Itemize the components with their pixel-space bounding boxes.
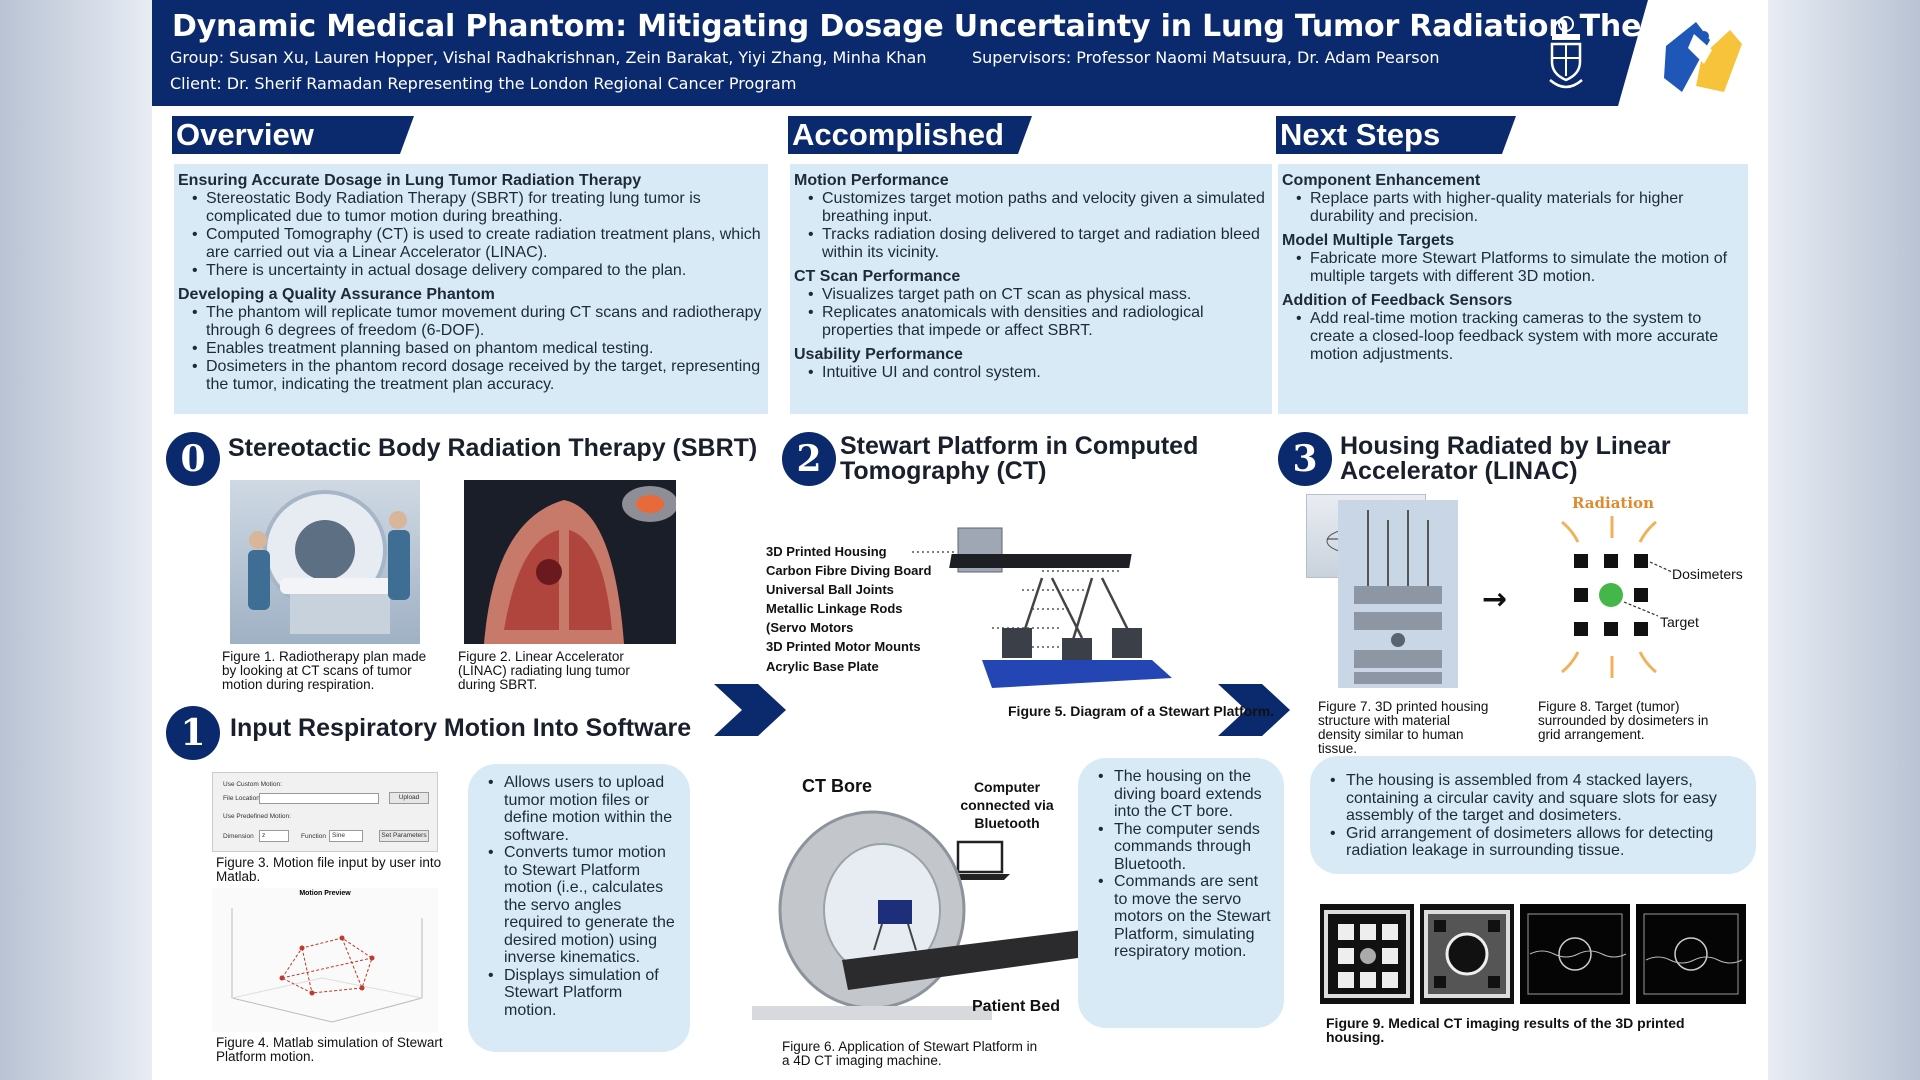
function-label: Function [301, 833, 326, 840]
list-item: The computer sends commands through Blue… [1092, 821, 1272, 874]
label-ball-joints: Universal Ball Joints [766, 582, 894, 597]
list-item: Tracks radiation dosing delivered to tar… [808, 226, 1268, 262]
accomplished-subheading-1: Motion Performance [794, 172, 949, 189]
next-steps-subheading-2: Model Multiple Targets [1282, 232, 1455, 249]
radiation-label: Radiation [1572, 494, 1654, 512]
dosimeter-grid-diagram [1561, 516, 1673, 678]
function-select[interactable]: Sine [329, 830, 363, 842]
ct-result-image-2 [1420, 904, 1514, 1004]
list-item: Add real-time motion tracking cameras to… [1296, 310, 1744, 364]
radiotherapy-room-image [230, 480, 420, 644]
step-3-title: Housing Radiated by Linear Accelerator (… [1340, 432, 1671, 485]
figure-9-caption: Figure 9. Medical CT imaging results of … [1326, 1015, 1685, 1045]
accomplished-heading: Accomplished [788, 116, 1032, 154]
patient-bed-label: Patient Bed [972, 998, 1061, 1015]
client: Client: Dr. Sherif Ramadan Representing … [170, 74, 797, 93]
label-servo-motors: (Servo Motors [766, 620, 854, 635]
university-crest-icon [1549, 16, 1583, 89]
list-item: Fabricate more Stewart Platforms to simu… [1296, 250, 1744, 286]
step-2-title: Stewart Platform in Computed Tomography … [840, 432, 1199, 485]
figure-6-caption: Figure 6. Application of Stewart Platfor… [782, 1039, 1038, 1068]
overview-heading: Overview [172, 116, 414, 154]
housing-3d-image [1338, 500, 1458, 688]
list-item: Enables treatment planning based on phan… [192, 340, 764, 358]
next-steps-subheading-1: Component Enhancement [1282, 172, 1481, 189]
file-location-input[interactable] [259, 793, 379, 804]
figure-5-caption: Figure 5. Diagram of a Stewart Platform. [1008, 703, 1275, 719]
figure-8-caption: Figure 8. Target (tumor) surrounded by d… [1538, 699, 1709, 742]
housing-bubble: The housing is assembled from 4 stacked … [1310, 756, 1756, 874]
target-label: Target [1660, 614, 1699, 630]
file-location-label: File Location: [223, 795, 262, 802]
list-item: Intuitive UI and control system. [808, 364, 1268, 382]
label-linkage-rods: Metallic Linkage Rods [766, 601, 903, 616]
list-item: Replace parts with higher-quality materi… [1296, 190, 1744, 226]
supervisors: Supervisors: Professor Naomi Matsuura, D… [972, 48, 1440, 67]
ct-bubble: The housing on the diving board extends … [1078, 758, 1284, 1028]
step-1-title: Input Respiratory Motion Into Software [230, 714, 692, 742]
chevron-right-icon [714, 684, 786, 736]
label-base-plate: Acrylic Base Plate [766, 659, 879, 674]
stewart-platform-diagram [912, 527, 1172, 688]
list-item: There is uncertainty in actual dosage de… [192, 262, 764, 280]
ct-result-image-3 [1520, 904, 1630, 1004]
figure-4-caption: Figure 4. Matlab simulation of Stewart P… [216, 1035, 443, 1064]
custom-motion-label: Use Custom Motion: [223, 781, 282, 788]
step-0-title: Stereotactic Body Radiation Therapy (SBR… [228, 434, 758, 462]
list-item: Converts tumor motion to Stewart Platfor… [482, 844, 678, 967]
figure-7-caption: Figure 7. 3D printed housing structure w… [1318, 699, 1489, 756]
dosimeters-label: Dosimeters [1672, 566, 1743, 582]
ct-result-image-4 [1636, 904, 1746, 1004]
plot-title: Motion Preview [299, 890, 351, 897]
label-3d-printed-housing: 3D Printed Housing [766, 544, 887, 559]
list-item: The phantom will replicate tumor movemen… [192, 304, 764, 340]
next-steps-subheading-3: Addition of Feedback Sensors [1282, 292, 1513, 309]
step-1-badge: 1 [166, 706, 220, 760]
figure-1-caption: Figure 1. Radiotherapy plan made by look… [222, 649, 427, 692]
poster: Dynamic Medical Phantom: Mitigating Dosa… [152, 0, 1768, 1080]
list-item: Allows users to upload tumor motion file… [482, 774, 678, 844]
poster-header: Dynamic Medical Phantom: Mitigating Dosa… [152, 0, 1768, 106]
matlab-input-panel: Use Custom Motion: File Location: Upload… [212, 772, 438, 852]
list-item: The housing on the diving board extends … [1092, 768, 1272, 821]
list-item: The housing is assembled from 4 stacked … [1324, 772, 1744, 825]
poster-title: Dynamic Medical Phantom: Mitigating Dosa… [172, 9, 1717, 44]
list-item: Commands are sent to move the servo moto… [1092, 873, 1272, 961]
next-steps-heading: Next Steps [1276, 116, 1516, 154]
ct-result-image-1 [1320, 904, 1414, 1004]
step-2-badge: 2 [782, 432, 836, 486]
dimension-label: Dimension [223, 833, 254, 840]
accomplished-subheading-3: Usability Performance [794, 346, 963, 363]
overview-subheading-2: Developing a Quality Assurance Phantom [178, 286, 495, 303]
list-item: Computed Tomography (CT) is used to crea… [192, 226, 764, 262]
step-0-badge: 0 [166, 432, 220, 486]
linac-lung-image [464, 480, 676, 644]
step-3-badge: 3 [1278, 432, 1332, 486]
accomplished-box: Motion Performance Customizes target mot… [790, 164, 1272, 414]
list-item: Customizes target motion paths and veloc… [808, 190, 1268, 226]
group-members: Group: Susan Xu, Lauren Hopper, Vishal R… [170, 48, 927, 67]
matlab-simulation-plot: Motion Preview [212, 888, 438, 1032]
list-item: Stereostatic Body Radiation Therapy (SBR… [192, 190, 764, 226]
list-item: Displays simulation of Stewart Platform … [482, 967, 678, 1020]
predefined-motion-label: Use Predefined Motion: [223, 813, 291, 820]
overview-subheading-1: Ensuring Accurate Dosage in Lung Tumor R… [178, 172, 642, 189]
figure-3-caption: Figure 3. Motion file input by user into… [216, 855, 442, 884]
accomplished-subheading-2: CT Scan Performance [794, 268, 961, 285]
ct-bore-label: CT Bore [802, 776, 873, 796]
set-parameters-button[interactable]: Set Parameters [379, 830, 429, 842]
next-steps-box: Component Enhancement Replace parts with… [1278, 164, 1748, 414]
overview-box: Ensuring Accurate Dosage in Lung Tumor R… [174, 164, 768, 414]
figure-2-caption: Figure 2. Linear Accelerator (LINAC) rad… [458, 649, 630, 692]
dimension-select[interactable]: z [259, 830, 289, 842]
software-bubble: Allows users to upload tumor motion file… [468, 764, 690, 1052]
engineering-logo-icon [1664, 22, 1742, 92]
arrow-right-icon: → [1482, 582, 1508, 617]
list-item: Grid arrangement of dosimeters allows fo… [1324, 825, 1744, 860]
list-item: Dosimeters in the phantom record dosage … [192, 358, 764, 394]
upload-button[interactable]: Upload [389, 792, 429, 804]
list-item: Visualizes target path on CT scan as phy… [808, 286, 1268, 304]
list-item: Replicates anatomicals with densities an… [808, 304, 1268, 340]
